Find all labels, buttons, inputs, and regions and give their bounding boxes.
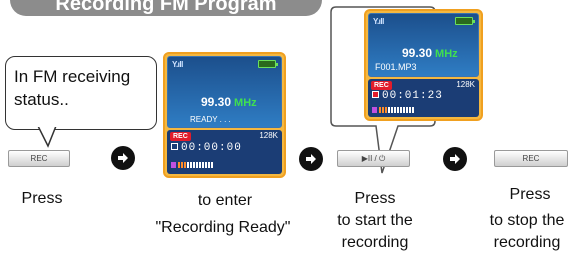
- step2-caption-line2: "Recording Ready": [155, 219, 291, 236]
- recording-icon: [372, 91, 379, 98]
- step3-caption-line1: Press: [354, 190, 396, 207]
- frequency-readout: 99.30 MHz: [201, 95, 257, 109]
- step4-caption-line1: Press: [509, 186, 551, 203]
- timer-value: 00:01:23: [382, 90, 443, 102]
- page-title: Recording FM Program: [10, 0, 322, 16]
- play-pause-power-button[interactable]: ▶II / ⏻: [337, 150, 410, 167]
- step3-caption-line3: recording: [341, 234, 409, 251]
- step4-caption-line2: to stop the: [489, 212, 565, 229]
- battery-icon: [455, 17, 475, 25]
- battery-icon: [258, 60, 278, 68]
- bitrate: 128K: [259, 131, 278, 140]
- record-timer: 00:00:00: [171, 142, 242, 154]
- speech-bubble-tail: [37, 124, 57, 148]
- signal-icon: Y.ıll: [373, 17, 384, 26]
- right-arrow-icon: [299, 147, 323, 171]
- step3-caption-line2: to start the: [337, 212, 413, 229]
- bitrate: 128K: [456, 80, 475, 89]
- volume-meter: [372, 107, 414, 113]
- frequency-readout: 99.30 MHz: [402, 46, 458, 60]
- frequency-value: 99.30: [402, 46, 433, 60]
- frequency-unit: MHz: [234, 97, 257, 109]
- step4-caption-line3: recording: [493, 234, 561, 251]
- player-screen-recording: Y.ıll 99.30 MHz F001.MP3 REC 128K 00:01:2…: [364, 9, 483, 121]
- record-timer: 00:01:23: [372, 90, 443, 102]
- timer-value: 00:00:00: [181, 142, 242, 154]
- stop-icon: [171, 143, 178, 150]
- volume-meter: [171, 162, 213, 168]
- frequency-unit: MHz: [435, 48, 458, 60]
- signal-icon: Y.ıll: [172, 60, 183, 69]
- file-name: F001.MP3: [375, 62, 417, 72]
- right-arrow-icon: [111, 146, 135, 170]
- rec-badge: REC: [170, 132, 191, 141]
- right-arrow-icon: [443, 147, 467, 171]
- frequency-value: 99.30: [201, 95, 232, 109]
- ready-status: READY . . .: [190, 115, 231, 124]
- speech-bubble: In FM receiving status..: [5, 56, 157, 130]
- step2-caption-line1: to enter: [197, 192, 253, 209]
- step1-caption: Press: [21, 190, 63, 207]
- rec-button[interactable]: REC: [8, 150, 70, 167]
- player-screen-ready: Y.ıll 99.30 MHz READY . . . REC 128K 00:0…: [163, 52, 286, 178]
- rec-button[interactable]: REC: [494, 150, 568, 167]
- rec-badge: REC: [371, 81, 392, 90]
